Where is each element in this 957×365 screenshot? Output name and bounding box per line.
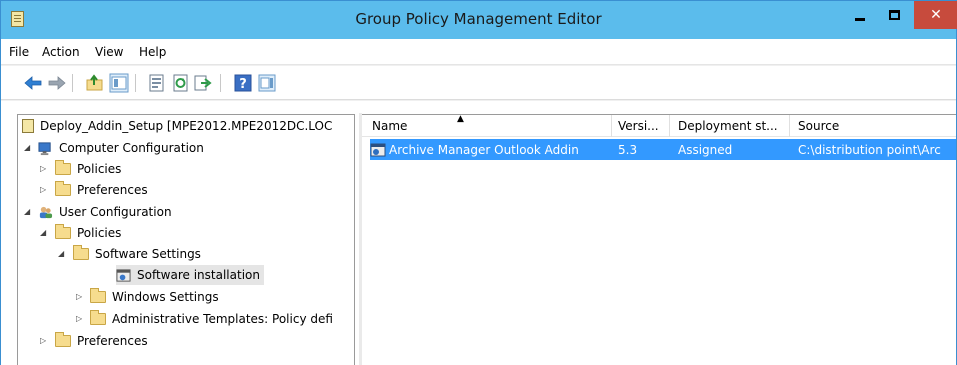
- menu-action[interactable]: Action: [42, 45, 80, 59]
- up-folder-icon[interactable]: [85, 73, 105, 93]
- folder-icon: [90, 310, 106, 325]
- column-divider[interactable]: [669, 115, 670, 137]
- tree-user-configuration[interactable]: User Configuration: [38, 202, 172, 222]
- folder-icon: [73, 245, 89, 260]
- content-area: Deploy_Addin_Setup [MPE2012.MPE2012DC.LO…: [1, 101, 956, 365]
- tree-user-configuration-label: User Configuration: [59, 205, 172, 219]
- minimize-button[interactable]: [843, 1, 876, 29]
- tree-cc-policies[interactable]: Policies: [55, 159, 121, 179]
- tree-uc-policies-label: Policies: [77, 226, 122, 240]
- collapse-arrow-icon[interactable]: ◢: [40, 229, 48, 237]
- tree-administrative-templates-label: Administrative Templates: Policy defi: [112, 312, 333, 326]
- details-list: Name ▲ Versi... Deployment st... Source …: [362, 114, 956, 365]
- window-title: Group Policy Management Editor: [355, 10, 602, 28]
- export-list-icon[interactable]: [193, 73, 213, 93]
- tree-uc-preferences-label: Preferences: [77, 334, 148, 348]
- tree-windows-settings[interactable]: Windows Settings: [90, 287, 219, 307]
- software-installation-icon: [116, 268, 131, 282]
- column-header-deployment-state[interactable]: Deployment st...: [678, 119, 788, 133]
- collapse-arrow-icon[interactable]: ◢: [24, 208, 32, 216]
- cell-source: C:\distribution point\Arc: [798, 143, 941, 157]
- collapse-arrow-icon[interactable]: ◢: [58, 250, 66, 258]
- tree-software-settings-label: Software Settings: [95, 247, 201, 261]
- expand-arrow-icon[interactable]: ▷: [76, 315, 84, 323]
- tree-computer-configuration[interactable]: Computer Configuration: [38, 138, 204, 158]
- refresh-icon[interactable]: [171, 73, 191, 93]
- menu-help[interactable]: Help: [139, 45, 166, 59]
- tree-computer-configuration-label: Computer Configuration: [59, 141, 204, 155]
- folder-icon: [90, 288, 106, 303]
- sort-ascending-icon: ▲: [457, 114, 464, 124]
- show-action-pane-icon[interactable]: [257, 73, 277, 93]
- title-bar[interactable]: Group Policy Management Editor ✕: [1, 1, 957, 39]
- folder-icon: [55, 224, 71, 239]
- tree-uc-preferences[interactable]: Preferences: [55, 331, 148, 351]
- column-header-name[interactable]: Name: [372, 119, 602, 133]
- maximize-icon: [889, 10, 900, 20]
- maximize-button[interactable]: [878, 1, 911, 29]
- tree-windows-settings-label: Windows Settings: [112, 290, 219, 304]
- back-arrow-icon[interactable]: [23, 73, 43, 93]
- tree-cc-preferences[interactable]: Preferences: [55, 180, 148, 200]
- expand-arrow-icon[interactable]: ▷: [40, 165, 48, 173]
- show-hide-console-tree-icon[interactable]: [109, 73, 129, 93]
- gpo-icon: [22, 119, 34, 133]
- tree-software-settings[interactable]: Software Settings: [73, 244, 201, 264]
- menu-bar: File Action View Help: [1, 39, 956, 65]
- column-divider[interactable]: [789, 115, 790, 137]
- column-header-source[interactable]: Source: [798, 119, 948, 133]
- toolbar-separator: [72, 74, 73, 92]
- close-icon: ✕: [930, 7, 942, 23]
- help-icon[interactable]: ?: [233, 73, 253, 93]
- list-header: Name ▲ Versi... Deployment st... Source: [362, 115, 956, 137]
- properties-icon[interactable]: [147, 73, 167, 93]
- tree-software-installation-label: Software installation: [137, 268, 260, 282]
- users-icon: [39, 206, 53, 218]
- application-window: Group Policy Management Editor ✕ File Ac…: [0, 0, 957, 365]
- svg-text:?: ?: [239, 77, 247, 92]
- console-tree: Deploy_Addin_Setup [MPE2012.MPE2012DC.LO…: [17, 114, 355, 365]
- tree-uc-policies[interactable]: Policies: [55, 223, 121, 243]
- folder-icon: [55, 160, 71, 175]
- tree-administrative-templates[interactable]: Administrative Templates: Policy defi: [90, 309, 333, 329]
- menu-file[interactable]: File: [9, 45, 29, 59]
- minimize-icon: [854, 17, 865, 21]
- tree-root-label: Deploy_Addin_Setup [MPE2012.MPE2012DC.LO…: [40, 119, 333, 133]
- expand-arrow-icon[interactable]: ▷: [40, 186, 48, 194]
- forward-arrow-icon[interactable]: [47, 73, 67, 93]
- computer-icon: [38, 141, 51, 155]
- tree-cc-policies-label: Policies: [77, 162, 122, 176]
- package-icon: [370, 143, 386, 157]
- collapse-arrow-icon[interactable]: ◢: [24, 144, 32, 152]
- column-header-version[interactable]: Versi...: [618, 119, 668, 133]
- cell-version: 5.3: [618, 143, 638, 157]
- tree-cc-preferences-label: Preferences: [77, 183, 148, 197]
- expand-arrow-icon[interactable]: ▷: [76, 293, 84, 301]
- toolbar: ?: [1, 66, 956, 100]
- toolbar-separator: [220, 74, 221, 92]
- cell-name: Archive Manager Outlook Addin: [389, 143, 579, 157]
- tree-software-installation[interactable]: Software installation: [116, 265, 264, 285]
- folder-icon: [55, 332, 71, 347]
- close-button[interactable]: ✕: [914, 1, 957, 29]
- column-divider[interactable]: [611, 115, 612, 137]
- tree-root[interactable]: Deploy_Addin_Setup [MPE2012.MPE2012DC.LO…: [22, 116, 332, 136]
- expand-arrow-icon[interactable]: ▷: [40, 337, 48, 345]
- menu-view[interactable]: View: [95, 45, 123, 59]
- toolbar-separator: [135, 74, 136, 92]
- cell-deployment-state: Assigned: [678, 143, 733, 157]
- folder-icon: [55, 181, 71, 196]
